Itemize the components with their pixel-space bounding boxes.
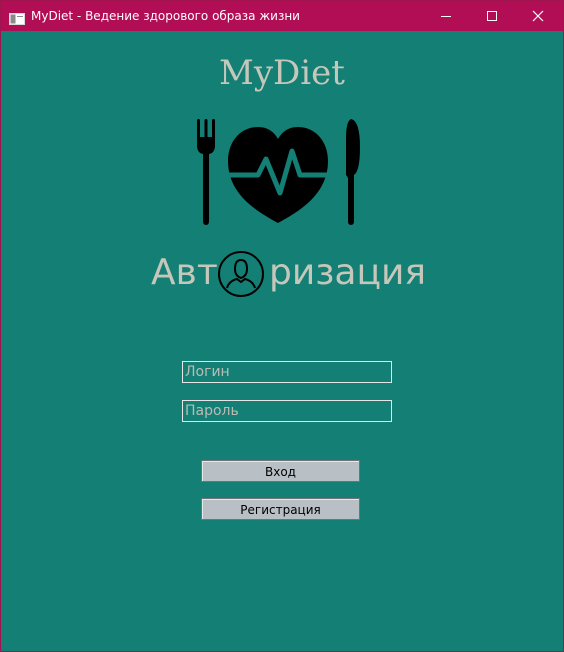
- maximize-button[interactable]: [469, 1, 515, 31]
- auth-title-part1: Авт: [151, 252, 218, 293]
- fork-heart-pulse-knife-icon: [197, 119, 360, 225]
- app-icon: [9, 10, 25, 25]
- register-button[interactable]: Регистрация: [201, 498, 360, 520]
- login-input[interactable]: [182, 361, 392, 383]
- close-icon: [532, 10, 544, 22]
- title-bar[interactable]: MyDiet - Ведение здорового образа жизни: [1, 1, 563, 31]
- user-circle-icon: [218, 251, 264, 297]
- minimize-icon: [441, 16, 451, 17]
- password-input[interactable]: [182, 400, 392, 422]
- auth-title-part2: ризация: [269, 252, 427, 293]
- main-content: MyDiet Авт ризация Вход Реги: [1, 31, 563, 651]
- auth-title: Авт ризация: [151, 246, 426, 300]
- login-button[interactable]: Вход: [201, 460, 360, 482]
- window-title: MyDiet - Ведение здорового образа жизни: [31, 9, 300, 23]
- app-brand-title: MyDiet: [219, 53, 345, 93]
- minimize-button[interactable]: [423, 1, 469, 31]
- close-button[interactable]: [515, 1, 561, 31]
- maximize-icon: [487, 11, 497, 21]
- app-window: MyDiet - Ведение здорового образа жизни …: [0, 0, 564, 652]
